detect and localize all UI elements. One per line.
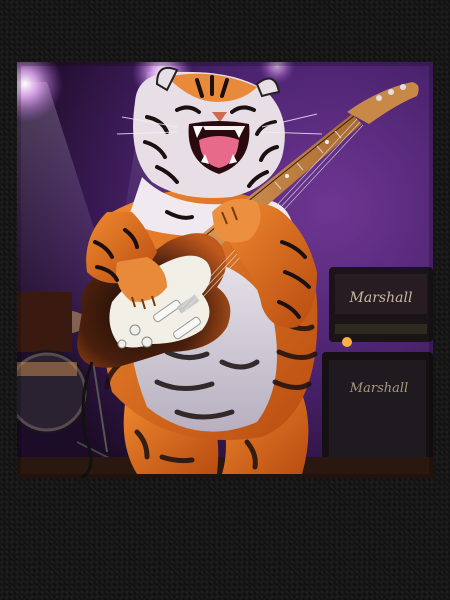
amplifier-stack: Marshall Marshall: [322, 267, 433, 472]
amp-logo-bottom: Marshall: [349, 381, 408, 396]
artwork-print: Marshall Marshall: [17, 62, 433, 478]
amp-logo-top: Marshall: [349, 290, 413, 306]
fabric-background: Marshall Marshall: [0, 0, 450, 600]
tiger-guitar-artwork: Marshall Marshall: [17, 62, 433, 478]
